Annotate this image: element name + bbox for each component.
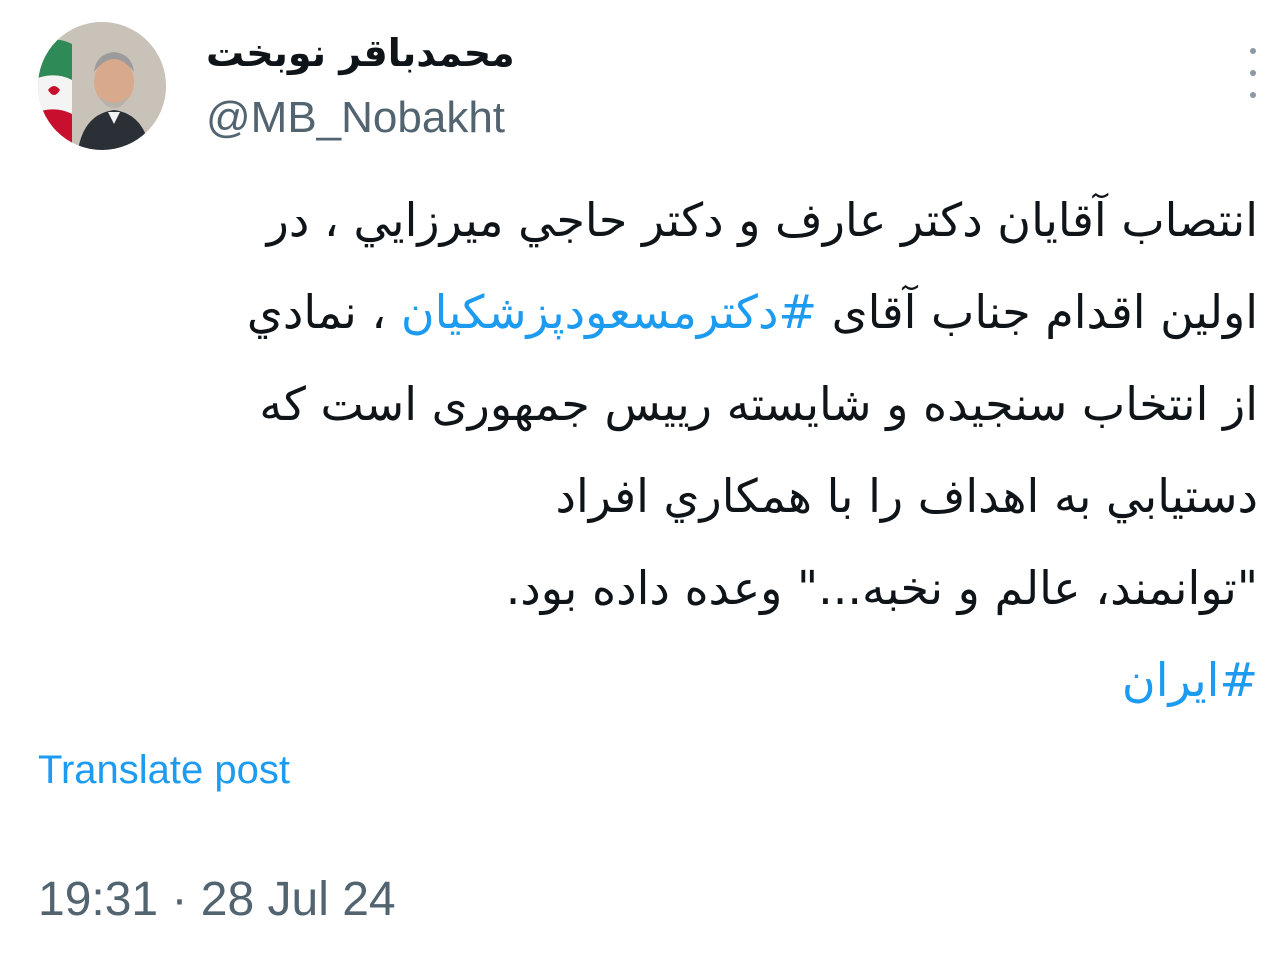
tweet-text-line: انتصاب آقایان دکتر عارف و دکتر حاجي ميرز…	[58, 174, 1258, 266]
avatar-image	[38, 22, 166, 150]
hashtag-link[interactable]: #ایران	[1122, 653, 1258, 707]
user-handle[interactable]: @MB_Nobakht	[206, 88, 906, 148]
translate-post-link[interactable]: Translate post	[38, 742, 290, 798]
timestamp[interactable]: 19:31 · 28 Jul 24	[38, 868, 396, 932]
more-vertical-icon	[1250, 48, 1256, 54]
display-name[interactable]: محمدباقر نوبخت	[206, 24, 515, 82]
tweet-text-line: از انتخاب سنجيده و شايسته رييس جمهوری اس…	[58, 358, 1258, 450]
tweet-text-segment: دستيابي به اهداف را با همکاري افراد	[555, 469, 1258, 523]
hashtag-link[interactable]: #دکترمسعودپزشکیان	[401, 285, 817, 339]
tweet-text-segment: از انتخاب سنجيده و شايسته رييس جمهوری اس…	[259, 377, 1258, 431]
more-vertical-icon	[1250, 92, 1256, 98]
tweet-text-line: #ایران	[58, 634, 1258, 726]
tweet-text: انتصاب آقایان دکتر عارف و دکتر حاجي ميرز…	[58, 174, 1258, 726]
author-info: محمدباقر نوبخت @MB_Nobakht	[206, 24, 906, 148]
more-options-button[interactable]	[1238, 48, 1268, 98]
tweet-card: محمدباقر نوبخت @MB_Nobakht انتصاب آقایان…	[0, 0, 1280, 962]
tweet-text-segment: "توانمند، عالم و نخبه..." وعده داده بود.	[505, 561, 1258, 615]
tweet-text-segment: ، نمادي	[246, 285, 401, 339]
avatar[interactable]	[38, 22, 166, 150]
flag-graphic	[38, 39, 72, 150]
tweet-text-line: "توانمند، عالم و نخبه..." وعده داده بود.	[58, 542, 1258, 634]
tweet-text-segment: اولین اقدام جناب آقای	[817, 285, 1258, 339]
more-vertical-icon	[1250, 70, 1256, 76]
tweet-text-line: اولین اقدام جناب آقای #دکترمسعودپزشکیان …	[58, 266, 1258, 358]
tweet-text-line: دستيابي به اهداف را با همکاري افراد	[58, 450, 1258, 542]
tweet-text-segment: انتصاب آقایان دکتر عارف و دکتر حاجي ميرز…	[266, 193, 1258, 247]
